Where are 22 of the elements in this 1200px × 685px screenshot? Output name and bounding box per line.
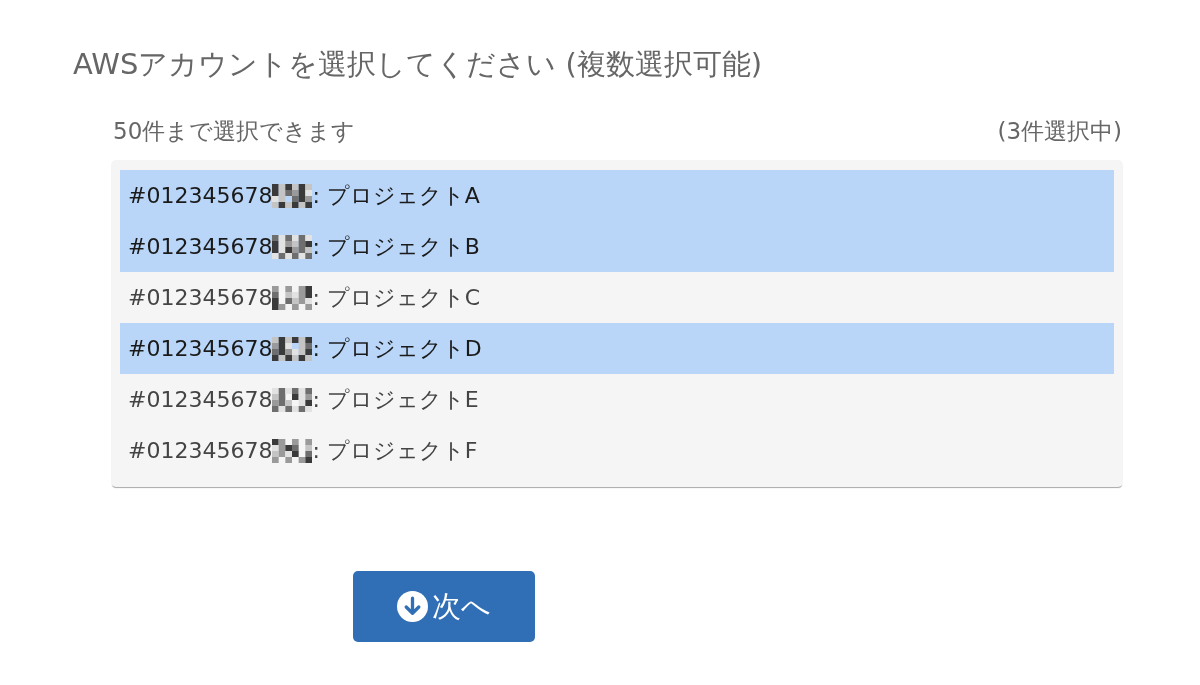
next-button[interactable]: 次へ [353,571,535,642]
account-option[interactable]: #012345678 : プロジェクトD [120,323,1114,374]
account-option[interactable]: #012345678 : プロジェクトF [120,425,1114,476]
account-id: #012345678 [128,438,273,463]
account-name: : プロジェクトF [312,436,478,465]
account-id: #012345678 [128,234,273,259]
account-name: : プロジェクトC [312,283,481,312]
account-id: #012345678 [128,336,273,361]
account-option[interactable]: #012345678 : プロジェクトE [120,374,1114,425]
account-option[interactable]: #012345678 : プロジェクトC [120,272,1114,323]
account-id: #012345678 [128,183,273,208]
page-heading: AWSアカウントを選択してください (複数選択可能) [73,46,763,82]
account-name: : プロジェクトD [312,334,482,363]
account-name: : プロジェクトA [312,181,480,210]
account-option[interactable]: #012345678 : プロジェクトB [120,221,1114,272]
account-option[interactable]: #012345678 : プロジェクトA [120,170,1114,221]
selected-count: (3件選択中) [997,117,1122,146]
account-name: : プロジェクトE [312,385,479,414]
account-name: : プロジェクトB [312,232,480,261]
account-id: #012345678 [128,387,273,412]
limit-note: 50件まで選択できます [113,117,356,146]
account-id: #012345678 [128,285,273,310]
